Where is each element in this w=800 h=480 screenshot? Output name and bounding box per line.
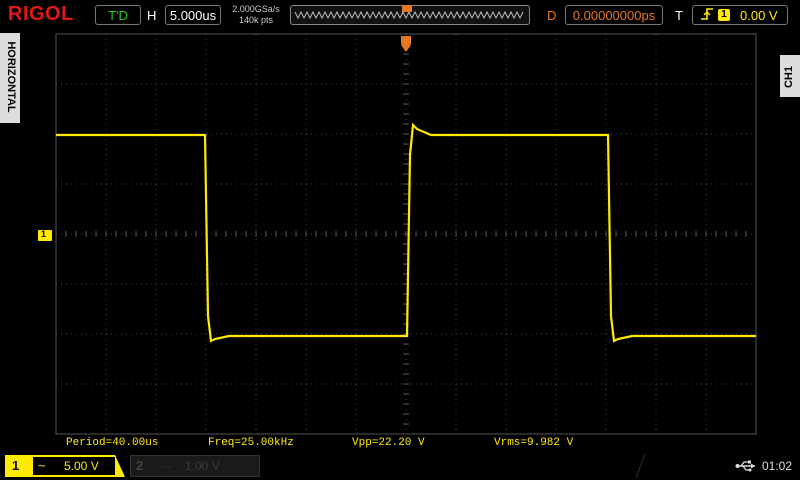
ac-coupling-icon: ~ xyxy=(38,458,46,473)
measurement-vrms[interactable]: Vrms=9.982 V xyxy=(494,437,573,449)
ch2-number: 2 xyxy=(136,458,144,473)
clock: 01:02 xyxy=(762,459,793,473)
usb-icon xyxy=(735,459,757,473)
trigger-position-arrow xyxy=(401,36,411,52)
ch1-ground-marker-label: 1 xyxy=(41,229,47,239)
ch1-scale: 5.00 V xyxy=(64,459,99,473)
measurement-vpp[interactable]: Vpp=22.20 V xyxy=(352,437,425,449)
graticule-grid xyxy=(55,33,757,435)
waveform-display[interactable] xyxy=(0,0,800,480)
ch1-number: 1 xyxy=(12,458,20,473)
measurement-period[interactable]: Period=40.00us xyxy=(66,437,158,449)
dc-coupling-icon: --- xyxy=(160,459,172,473)
ch2-scale: 1.00 V xyxy=(185,459,220,473)
measurement-frequency[interactable]: Freq=25.00kHz xyxy=(208,437,294,449)
ch1-ground-marker[interactable]: 1 xyxy=(38,229,52,241)
